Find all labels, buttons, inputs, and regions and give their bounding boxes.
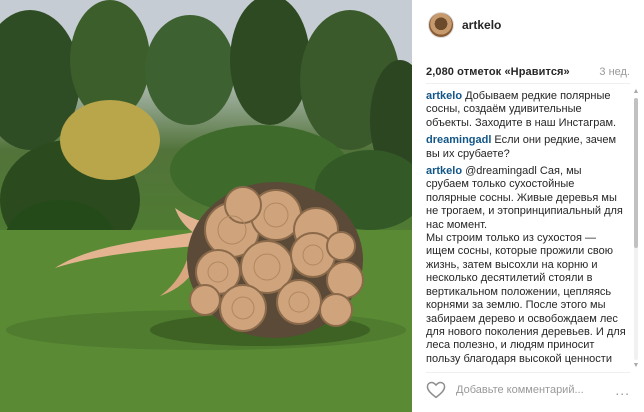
photo-sculpture-image (0, 0, 412, 412)
comments-scrollbar[interactable]: ▲ ▼ (632, 88, 640, 370)
post-username[interactable]: artkelo (462, 18, 501, 32)
post-photo[interactable] (0, 0, 412, 412)
comments-list: artkelo Добываем редкие полярные сосны, с… (426, 90, 626, 365)
avatar[interactable] (428, 12, 454, 38)
comment-text: @dreamingadl Сая, мы срубаем только сухо… (426, 165, 626, 365)
comment-item: artkelo Добываем редкие полярные сосны, с… (426, 90, 626, 130)
likes-count[interactable]: 2,080 отметок «Нравится» (426, 66, 570, 78)
post-header: artkelo (412, 0, 644, 50)
post-details-panel: artkelo 2,080 отметок «Нравится» 3 нед. … (412, 0, 644, 412)
scrollbar-thumb[interactable] (634, 98, 638, 248)
post-stats: 2,080 отметок «Нравится» 3 нед. (426, 60, 630, 84)
comment-username[interactable]: artkelo (426, 90, 462, 102)
more-options-icon[interactable]: ... (615, 382, 630, 398)
comment-username[interactable]: artkelo (426, 165, 462, 177)
scroll-up-arrow-icon[interactable]: ▲ (632, 88, 640, 96)
scroll-down-arrow-icon[interactable]: ▼ (632, 362, 640, 370)
comment-item: artkelo @dreamingadl Сая, мы срубаем толь… (426, 165, 626, 365)
post-footer: ... (426, 372, 630, 406)
comment-username[interactable]: dreamingadl (426, 134, 491, 146)
heart-icon[interactable] (426, 381, 446, 399)
add-comment-input[interactable] (456, 383, 612, 396)
post-time[interactable]: 3 нед. (599, 66, 630, 78)
scrollbar-track[interactable] (634, 98, 638, 360)
comment-item: dreamingadl Если они редкие, зачем вы их … (426, 134, 626, 161)
